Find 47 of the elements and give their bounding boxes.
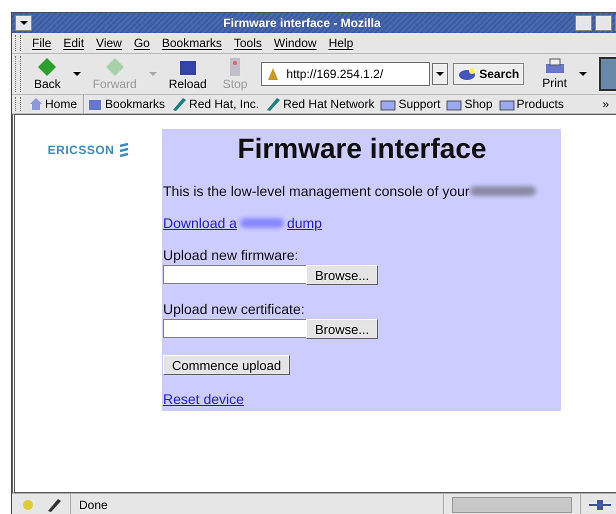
window-menu-button[interactable]	[15, 15, 32, 31]
printer-icon	[544, 58, 566, 76]
menu-item[interactable]: View	[90, 33, 128, 53]
upload-label: Upload new certificate:	[163, 301, 306, 317]
browse-button[interactable]: Browse...	[306, 319, 378, 339]
file-path-field[interactable]	[163, 265, 306, 284]
menu-item[interactable]: Bookmarks	[156, 33, 228, 53]
pen-icon	[265, 97, 282, 111]
toolbar-button[interactable]: Reload	[160, 55, 215, 93]
bookmark-item[interactable]: Red Hat Network	[262, 95, 378, 113]
bookmarks-icon	[87, 97, 104, 111]
page-heading: Firmware interface	[236, 133, 488, 165]
pen-icon	[46, 498, 62, 512]
bookmark-item[interactable]: Support	[377, 95, 444, 113]
redaction-blur	[470, 186, 536, 196]
connection-icon	[589, 498, 611, 510]
menu-item[interactable]: Window	[268, 33, 323, 53]
menu-item[interactable]: Tools	[228, 33, 268, 53]
window-title: Firmware interface - Mozilla	[222, 16, 382, 30]
toolbar-button[interactable]: Back	[26, 55, 69, 93]
bookmark-item[interactable]: Red Hat, Inc.	[168, 95, 262, 113]
file-path-field[interactable]	[163, 319, 306, 338]
bookmark-item[interactable]: Bookmarks	[84, 95, 168, 113]
intro-text: This is the low-level management console of your	[163, 183, 470, 199]
bookmark-item[interactable]: Products	[496, 95, 567, 113]
minimize-button[interactable]	[575, 15, 592, 31]
url-field[interactable]: http://169.254.1.2/	[261, 62, 430, 86]
more-bookmarks-button[interactable]: »	[599, 95, 612, 113]
reset-device-link[interactable]: Reset device	[163, 391, 244, 407]
browse-button[interactable]: Browse...	[306, 265, 378, 285]
bookmark-item[interactable]: Home	[26, 95, 84, 113]
menu-item[interactable]: Go	[128, 33, 156, 53]
pen-icon	[171, 97, 188, 111]
bookmark-item[interactable]: Shop	[443, 95, 496, 113]
home-icon	[29, 97, 43, 111]
print-button[interactable]: Print	[534, 56, 575, 92]
commence-upload-button[interactable]: Commence upload	[163, 355, 290, 375]
upload-label: Upload new firmware:	[163, 247, 300, 263]
menu-item[interactable]: Help	[322, 33, 360, 53]
url-dropdown-button[interactable]	[432, 63, 448, 85]
download-link[interactable]: Download a dump	[163, 215, 322, 231]
maximize-button[interactable]	[595, 15, 612, 31]
search-button[interactable]: Search	[453, 63, 524, 85]
menu-item[interactable]: File	[26, 33, 58, 53]
menu-item[interactable]: Edit	[57, 33, 90, 53]
status-text: Done	[79, 498, 108, 512]
ericsson-logo: ERICSSON	[48, 143, 130, 157]
